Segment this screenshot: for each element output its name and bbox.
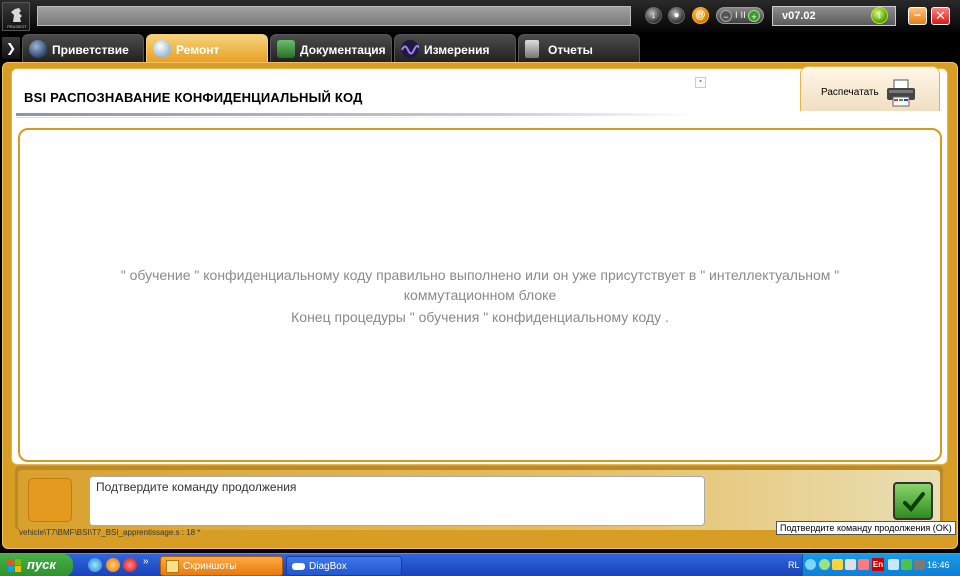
close-button[interactable]: ✕ [931, 7, 950, 25]
quicklaunch-more-icon[interactable]: » [143, 556, 149, 567]
update-icon[interactable]: ↓ [871, 7, 888, 24]
quicklaunch-browser-icon[interactable] [88, 558, 102, 572]
tray-antivirus-icon[interactable] [858, 559, 869, 570]
toggle-bars: I II [735, 11, 746, 21]
status-indicator [28, 478, 72, 522]
message-box: " обучение " конфиденциальному коду прав… [18, 128, 942, 462]
tabs-collapse-button[interactable]: ❯ [2, 37, 20, 59]
start-label: пуск [27, 557, 56, 572]
tab-welcome[interactable]: Приветствие [22, 34, 144, 63]
printer-icon [887, 79, 915, 107]
task-diagbox-label: DiagBox [309, 561, 347, 572]
tray-security-icon[interactable] [832, 559, 843, 570]
checkmark-icon [903, 492, 925, 512]
message-line-1: " обучение " конфиденциальному коду прав… [120, 267, 840, 283]
ok-tooltip: Подтвердите команду продолжения (OK) [776, 521, 956, 535]
confirm-prompt-field: Подтвердите команду продолжения [89, 476, 705, 526]
task-screenshots-label: Скриншоты [183, 561, 237, 572]
tab-bar: ❯ Приветствие Ремонт Документация Измере… [0, 33, 960, 63]
plus-icon: + [748, 10, 760, 22]
magnifier-icon [153, 40, 171, 58]
peugeot-logo: PEUGEOT [2, 2, 30, 31]
version-display: v07.02 ↓ [772, 6, 896, 26]
book-icon [277, 40, 295, 58]
expand-icon[interactable]: ▪ [695, 77, 706, 88]
windows-flag-icon [8, 559, 21, 572]
download-button[interactable]: ↓ [645, 7, 662, 24]
version-label: v07.02 [782, 10, 816, 22]
title-field [37, 6, 631, 26]
quicklaunch-chrome-icon[interactable] [106, 558, 120, 572]
tab-measurements-label: Измерения [424, 43, 490, 57]
logo-text: PEUGEOT [7, 24, 27, 29]
top-bar: PEUGEOT ↓ ● @ − I II + v07.02 ↓ − ✕ [0, 0, 960, 32]
tray-display-icon[interactable] [914, 559, 925, 570]
task-screenshots[interactable]: Скриншоты [160, 556, 283, 576]
task-diagbox[interactable]: DiagBox [286, 556, 402, 576]
minus-icon: − [720, 10, 732, 22]
message-line-3: Конец процедуры " обучения " конфиденциа… [291, 309, 669, 325]
taskbar: пуск » Скриншоты DiagBox RL En 16:46 [0, 553, 960, 576]
lion-icon [11, 8, 22, 22]
minimize-button[interactable]: − [908, 7, 927, 25]
wave-icon [401, 40, 420, 58]
page-title: BSI РАСПОЗНАВАНИЕ КОНФИДЕНЦИАЛЬНЫЙ КОД [24, 90, 363, 105]
tray-network-icon[interactable] [819, 559, 830, 570]
title-divider-2 [16, 117, 656, 118]
diagbox-icon [292, 563, 305, 570]
ok-button[interactable] [893, 482, 933, 520]
print-label: Распечатать [821, 87, 879, 98]
tray-volume-icon[interactable] [888, 559, 899, 570]
tray-app-icon[interactable] [845, 559, 856, 570]
print-button[interactable]: Распечатать [800, 66, 940, 111]
tab-repair-label: Ремонт [176, 43, 220, 57]
tray-updates-icon[interactable] [901, 559, 912, 570]
tab-reports-label: Отчеты [548, 43, 593, 57]
email-button[interactable]: @ [692, 7, 709, 24]
folder-icon [166, 560, 179, 573]
tab-documentation-label: Документация [300, 43, 386, 57]
quicklaunch-opera-icon[interactable] [123, 558, 137, 572]
user-button[interactable]: ● [668, 7, 685, 24]
globe-icon [29, 40, 47, 58]
language-indicator[interactable]: RL [788, 560, 800, 570]
tab-repair[interactable]: Ремонт [146, 34, 268, 63]
script-path: vehicle\T7\BMF\BSI\T7_BSI_apprentissage.… [19, 528, 201, 537]
message-line-2: коммутационном блоке [403, 287, 557, 303]
tab-documentation[interactable]: Документация [270, 34, 392, 63]
tray-language-icon[interactable]: En [872, 558, 884, 571]
report-icon [525, 40, 539, 58]
tab-reports[interactable]: Отчеты [518, 34, 640, 63]
title-divider [16, 113, 696, 116]
tab-measurements[interactable]: Измерения [394, 34, 516, 63]
start-button[interactable]: пуск [0, 554, 73, 576]
connection-toggle[interactable]: − I II + [716, 7, 764, 24]
tray-back-icon[interactable] [805, 559, 816, 570]
tab-welcome-label: Приветствие [52, 43, 129, 57]
clock: 16:46 [927, 560, 950, 570]
